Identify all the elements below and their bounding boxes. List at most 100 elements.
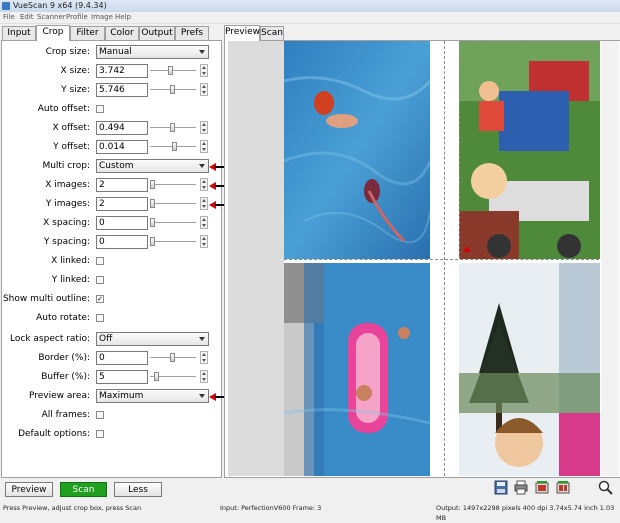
y-size-slider[interactable] — [150, 84, 196, 96]
all-frames-label: All frames: — [41, 410, 90, 420]
chevron-down-icon — [199, 337, 205, 341]
scan-single-icon[interactable] — [535, 480, 549, 495]
chevron-down-icon — [199, 394, 205, 398]
menu-profile[interactable]: Profile — [66, 12, 88, 23]
multi-crop-select[interactable]: Custom — [96, 159, 209, 173]
crop-panel: Crop size: Manual X size: 3.742 Y size: … — [1, 40, 229, 478]
x-images-label: X images: — [45, 180, 90, 190]
window-title: VueScan 9 x64 (9.4.34) — [13, 1, 107, 10]
x-linked-checkbox[interactable] — [96, 257, 104, 265]
y-images-spinner[interactable] — [200, 197, 208, 210]
y-images-label: Y images: — [45, 199, 90, 209]
auto-rotate-label: Auto rotate: — [36, 313, 90, 323]
zoom-icon[interactable] — [598, 480, 614, 496]
tab-input[interactable]: Input — [2, 26, 36, 40]
border-input[interactable]: 0 — [96, 351, 148, 365]
photo-children-tractor[interactable] — [459, 41, 600, 259]
status-output: Output: 1497x2298 pixels 400 dpi 3.74x5.… — [436, 504, 615, 522]
tab-filter[interactable]: Filter — [70, 26, 105, 40]
crop-size-select[interactable]: Manual — [96, 45, 209, 59]
preview-button[interactable]: Preview — [5, 482, 53, 497]
scan-button[interactable]: Scan — [60, 482, 107, 497]
border-label: Border (%): — [38, 353, 90, 363]
menu-help[interactable]: Help — [115, 12, 131, 23]
photo-pool-pink-float[interactable] — [284, 263, 430, 476]
x-offset-spinner[interactable] — [200, 121, 208, 134]
y-size-spinner[interactable] — [200, 83, 208, 96]
photo-child-trees[interactable] — [459, 263, 600, 476]
y-spacing-input[interactable]: 0 — [96, 235, 148, 249]
x-offset-label: X offset: — [52, 123, 90, 133]
y-spacing-label: Y spacing: — [43, 237, 90, 247]
photo-pool-swimmer[interactable] — [284, 41, 430, 259]
auto-offset-label: Auto offset: — [37, 104, 90, 114]
y-offset-spinner[interactable] — [200, 140, 208, 153]
title-bar: VueScan 9 x64 (9.4.34) — [0, 0, 620, 12]
app-icon — [2, 2, 10, 10]
x-offset-input[interactable]: 0.494 — [96, 121, 148, 135]
y-offset-input[interactable]: 0.014 — [96, 140, 148, 154]
menu-edit[interactable]: Edit — [20, 12, 34, 23]
x-spacing-input[interactable]: 0 — [96, 216, 148, 230]
y-size-input[interactable]: 5.746 — [96, 83, 148, 97]
y-spacing-spinner[interactable] — [200, 235, 208, 248]
multi-crop-label: Multi crop: — [42, 161, 90, 171]
vertical-scrollbar[interactable] — [601, 41, 619, 476]
crop-size-label: Crop size: — [45, 47, 90, 57]
x-images-input[interactable]: 2 — [96, 178, 148, 192]
crop-outline-horizontal — [284, 259, 599, 260]
buffer-slider[interactable] — [150, 371, 196, 383]
y-images-slider[interactable] — [150, 198, 196, 210]
border-slider[interactable] — [150, 352, 196, 364]
x-size-input[interactable]: 3.742 — [96, 64, 148, 78]
show-multi-outline-checkbox[interactable]: ✓ — [96, 295, 104, 303]
x-size-label: X size: — [60, 66, 90, 76]
all-frames-checkbox[interactable] — [96, 411, 104, 419]
y-images-input[interactable]: 2 — [96, 197, 148, 211]
tab-color[interactable]: Color — [105, 26, 139, 40]
x-spacing-slider[interactable] — [150, 217, 196, 229]
chevron-down-icon — [199, 164, 205, 168]
preview-area-select[interactable]: Maximum — [96, 389, 209, 403]
auto-offset-checkbox[interactable] — [96, 105, 104, 113]
preview-pane — [224, 40, 620, 478]
scan-all-icon[interactable] — [556, 480, 570, 495]
crop-handle-icon[interactable] — [463, 246, 471, 252]
default-options-checkbox[interactable] — [96, 430, 104, 438]
x-offset-slider[interactable] — [150, 122, 196, 134]
x-size-spinner[interactable] — [200, 64, 208, 77]
lock-aspect-ratio-value: Off — [99, 334, 113, 344]
auto-rotate-checkbox[interactable] — [96, 314, 104, 322]
less-button[interactable]: Less — [114, 482, 162, 497]
lock-aspect-ratio-select[interactable]: Off — [96, 332, 209, 346]
print-icon[interactable] — [514, 480, 528, 495]
save-icon[interactable] — [494, 480, 508, 495]
tab-crop[interactable]: Crop — [36, 25, 70, 41]
y-offset-slider[interactable] — [150, 141, 196, 153]
x-spacing-spinner[interactable] — [200, 216, 208, 229]
buffer-label: Buffer (%): — [41, 372, 90, 382]
buffer-input[interactable]: 5 — [96, 370, 148, 384]
tab-prefs[interactable]: Prefs — [175, 26, 209, 40]
tab-preview[interactable]: Preview — [224, 25, 260, 41]
y-linked-checkbox[interactable] — [96, 276, 104, 284]
preview-canvas[interactable] — [228, 41, 600, 476]
buffer-spinner[interactable] — [200, 370, 208, 383]
status-input: Input: PerfectionV600 Frame: 3 — [220, 504, 322, 512]
border-spinner[interactable] — [200, 351, 208, 364]
x-spacing-label: X spacing: — [43, 218, 90, 228]
x-linked-label: X linked: — [51, 256, 90, 266]
menu-file[interactable]: File — [3, 12, 15, 23]
lock-aspect-ratio-label: Lock aspect ratio: — [10, 334, 90, 344]
y-spacing-slider[interactable] — [150, 236, 196, 248]
x-images-slider[interactable] — [150, 179, 196, 191]
status-bar: Press Preview, adjust crop box, press Sc… — [0, 503, 620, 522]
x-size-slider[interactable] — [150, 65, 196, 77]
tab-scan[interactable]: Scan — [260, 26, 284, 40]
tab-output[interactable]: Output — [139, 26, 175, 40]
default-options-label: Default options: — [18, 429, 90, 439]
menu-scanner[interactable]: Scanner — [37, 12, 66, 23]
menu-image[interactable]: Image — [91, 12, 113, 23]
x-images-spinner[interactable] — [200, 178, 208, 191]
preview-area-value: Maximum — [99, 391, 144, 401]
